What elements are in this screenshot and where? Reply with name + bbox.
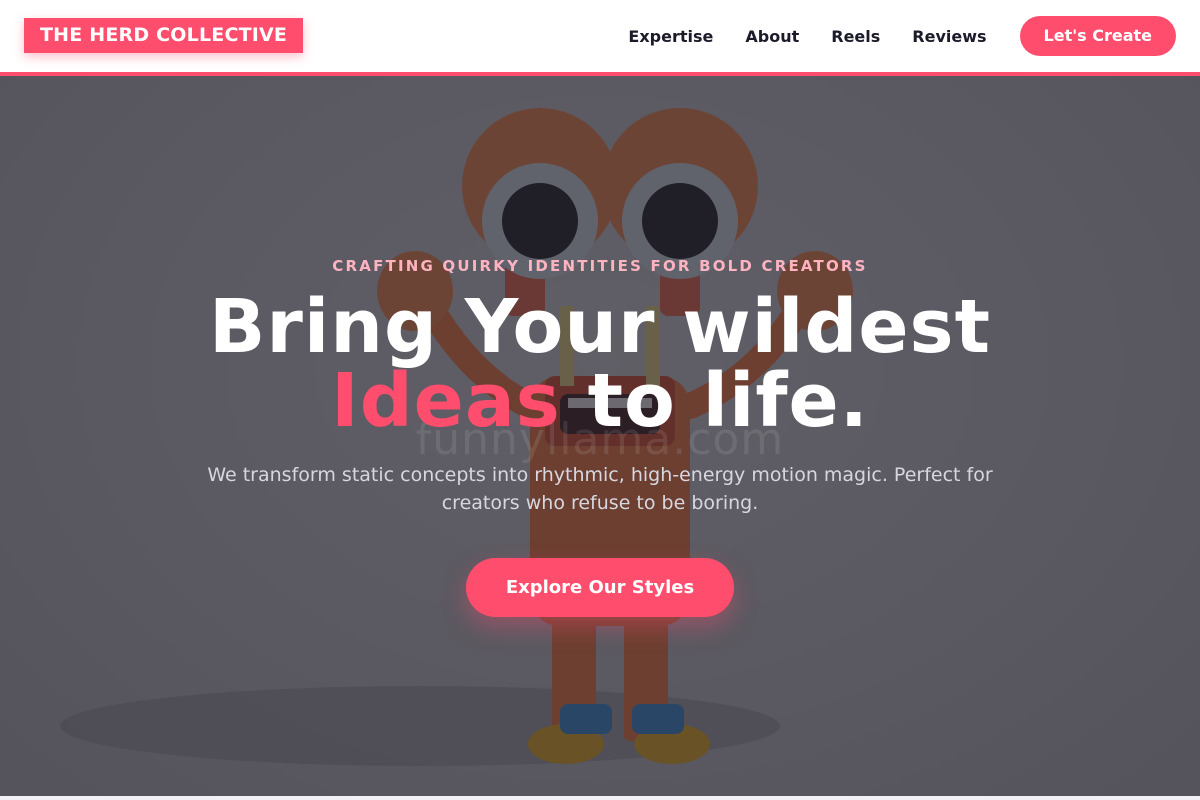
explore-styles-button[interactable]: Explore Our Styles (466, 558, 734, 617)
headline-line-2: Ideas to life. (0, 364, 1200, 438)
brand-logo[interactable]: THE HERD COLLECTIVE (24, 18, 304, 53)
hero-headline: Bring Your wildest Ideas to life. (0, 290, 1200, 438)
nav-links: Expertise About Reels Reviews Let's Crea… (628, 0, 1200, 72)
nav-link-expertise[interactable]: Expertise (628, 27, 713, 46)
nav-link-about[interactable]: About (745, 27, 799, 46)
headline-accent-word: Ideas (331, 358, 561, 444)
hero-kicker: CRAFTING QUIRKY IDENTITIES FOR BOLD CREA… (332, 257, 868, 275)
page-bottom-edge (0, 796, 1200, 800)
hero-subtitle: We transform static concepts into rhythm… (207, 464, 993, 514)
top-navigation-bar: THE HERD COLLECTIVE Expertise About Reel… (0, 0, 1200, 72)
hero-section: funnyllama.com CRAFTING QUIRKY IDENTITIE… (0, 76, 1200, 796)
nav-link-reviews[interactable]: Reviews (912, 27, 986, 46)
lets-create-button[interactable]: Let's Create (1019, 16, 1176, 56)
headline-line-1: Bring Your wildest (209, 284, 991, 370)
headline-rest: to life. (560, 358, 869, 444)
nav-link-reels[interactable]: Reels (831, 27, 880, 46)
